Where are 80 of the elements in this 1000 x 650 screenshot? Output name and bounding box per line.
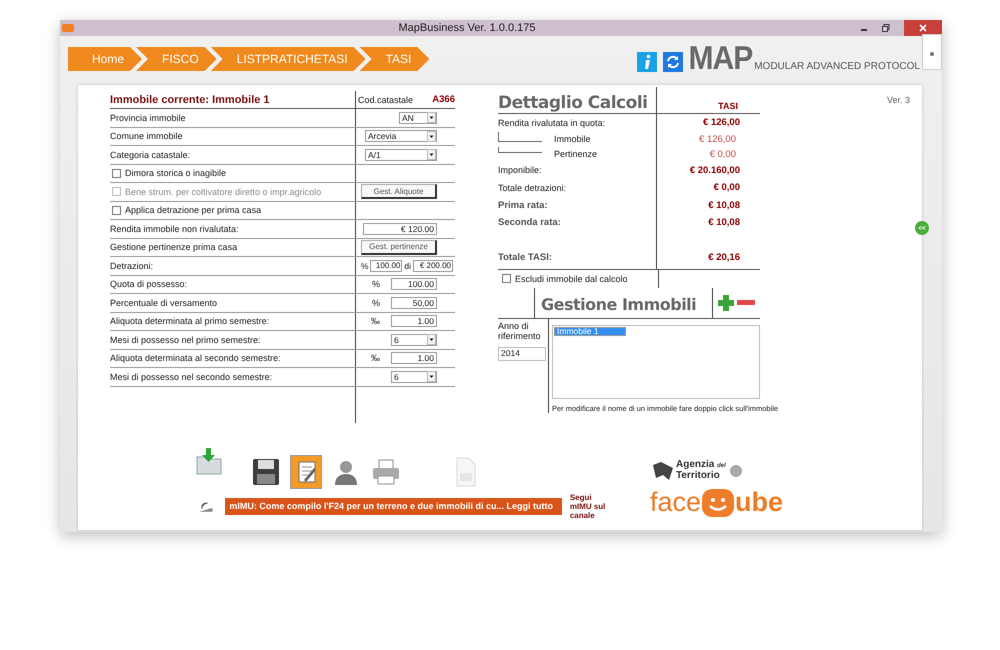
tree-line bbox=[498, 132, 542, 142]
field-label: Percentuale di versamento bbox=[110, 298, 218, 308]
unit-label: % bbox=[360, 260, 368, 271]
input-field[interactable]: 100.00 bbox=[370, 260, 402, 272]
checkbox[interactable] bbox=[112, 206, 121, 215]
field-label: Provincia immobile bbox=[110, 112, 187, 123]
info-icon[interactable] bbox=[636, 52, 657, 72]
input-field[interactable]: 50,00 bbox=[391, 296, 437, 309]
window-title: MapBusiness Ver. 1.0.0.175 bbox=[398, 22, 536, 34]
cadastral-code-label: Cod.catastale bbox=[358, 94, 414, 104]
cadastral-code-value: A366 bbox=[432, 94, 455, 105]
calc-label: Totale TASI: bbox=[498, 252, 554, 263]
folder-download-icon[interactable] bbox=[194, 447, 224, 477]
news-banner[interactable]: mIMU: Come compilo l'F24 per un terreno e due immobili di cu... Leggi tutto bbox=[225, 498, 562, 515]
calc-value: € 0,00 bbox=[708, 148, 736, 160]
calc-label: Imponibile: bbox=[498, 165, 543, 176]
calc-label: Rendita rivalutata in quota: bbox=[498, 118, 606, 128]
unit-label: ‰ bbox=[371, 316, 380, 326]
version-label: Ver. 3 bbox=[886, 95, 910, 105]
field-label: Detrazioni: bbox=[110, 260, 154, 271]
calc-value: € 20.160,00 bbox=[688, 164, 740, 176]
field-label: Aliquota determinata al secondo semestre: bbox=[110, 353, 282, 364]
year-label: Anno di riferimento bbox=[498, 320, 542, 340]
calc-value: € 10,08 bbox=[707, 217, 740, 228]
calc-value: € 126,00 bbox=[698, 134, 736, 144]
dropdown[interactable]: Arcevia bbox=[365, 130, 437, 142]
dot-icon bbox=[929, 50, 935, 56]
unit-label: % bbox=[372, 279, 380, 290]
dropdown[interactable]: 6 bbox=[391, 370, 437, 383]
dropdown[interactable]: 6 bbox=[391, 334, 437, 346]
logo-text: MAP bbox=[688, 44, 752, 74]
year-field[interactable]: 2014 bbox=[498, 346, 546, 360]
input-field[interactable]: 1.00 bbox=[391, 352, 437, 364]
calc-value: € 126,00 bbox=[702, 117, 740, 128]
notepad-icon[interactable] bbox=[290, 455, 322, 489]
unit-label: ‰ bbox=[371, 353, 380, 364]
field-label: Aliquota determinata al primo semestre: bbox=[110, 316, 270, 326]
calc-value: € 10,08 bbox=[707, 200, 740, 211]
dropdown[interactable]: AN bbox=[399, 112, 437, 124]
column-header: TASI bbox=[656, 87, 760, 113]
field-label: Mesi di possesso nel primo semestre: bbox=[110, 334, 262, 345]
calc-label: Seconda rata: bbox=[498, 217, 562, 228]
close-button[interactable] bbox=[904, 20, 942, 36]
manager-title: Gestione Immobili bbox=[534, 288, 712, 318]
dropdown[interactable]: A/1 bbox=[365, 148, 437, 161]
checkbox[interactable] bbox=[112, 168, 121, 178]
calc-label: Pertinenze bbox=[553, 149, 598, 159]
restore-icon[interactable] bbox=[882, 24, 890, 32]
input-field[interactable]: 100.00 bbox=[391, 278, 437, 290]
refresh-icon[interactable] bbox=[662, 52, 683, 72]
input-field[interactable]: 1.00 bbox=[391, 315, 437, 328]
close-icon bbox=[919, 24, 927, 32]
manage-button[interactable]: Gest. pertinenze bbox=[361, 240, 437, 255]
follow-text: Segui mIMU sul canale bbox=[570, 493, 606, 520]
calc-value: € 0,00 bbox=[712, 182, 740, 194]
details-title: Dettaglio Calcoli bbox=[498, 93, 648, 113]
calc-label: Prima rata: bbox=[498, 200, 549, 211]
calc-label: Immobile bbox=[553, 134, 592, 144]
field-label: Rendita immobile non rivalutata: bbox=[110, 224, 240, 234]
checkbox-label[interactable]: Escludi immobile dal calcolo bbox=[500, 274, 658, 284]
field-label: Mesi di possesso nel secondo semestre: bbox=[110, 372, 274, 382]
input-field[interactable]: € 200.00 bbox=[413, 260, 453, 272]
field-label: Categoria catastale: bbox=[110, 150, 192, 160]
brand-logo: face ube bbox=[650, 487, 784, 518]
input-field[interactable]: € 120.00 bbox=[363, 222, 437, 235]
checkbox-label[interactable]: Dimora storica o inagibile bbox=[110, 168, 355, 178]
calc-label: Totale detrazioni: bbox=[498, 182, 568, 193]
app-icon bbox=[62, 23, 74, 33]
feed-icon bbox=[198, 500, 214, 512]
checkbox-label[interactable]: Applica detrazione per prima casa bbox=[110, 205, 355, 216]
field-label: Quota di possesso: bbox=[110, 279, 188, 290]
checkbox[interactable] bbox=[502, 274, 511, 283]
joiner-label: di bbox=[404, 260, 411, 271]
current-property-title: Immobile corrente: Immobile 1 bbox=[110, 94, 271, 106]
field-label: Comune immobile bbox=[110, 131, 184, 142]
calc-value: € 20,16 bbox=[707, 252, 740, 263]
unit-label: % bbox=[372, 298, 380, 308]
add-icon[interactable] bbox=[717, 294, 735, 312]
field-label: Gestione pertinenze prima casa bbox=[110, 242, 238, 252]
logo-subtitle: MODULAR ADVANCED PROTOCOL bbox=[754, 61, 920, 72]
